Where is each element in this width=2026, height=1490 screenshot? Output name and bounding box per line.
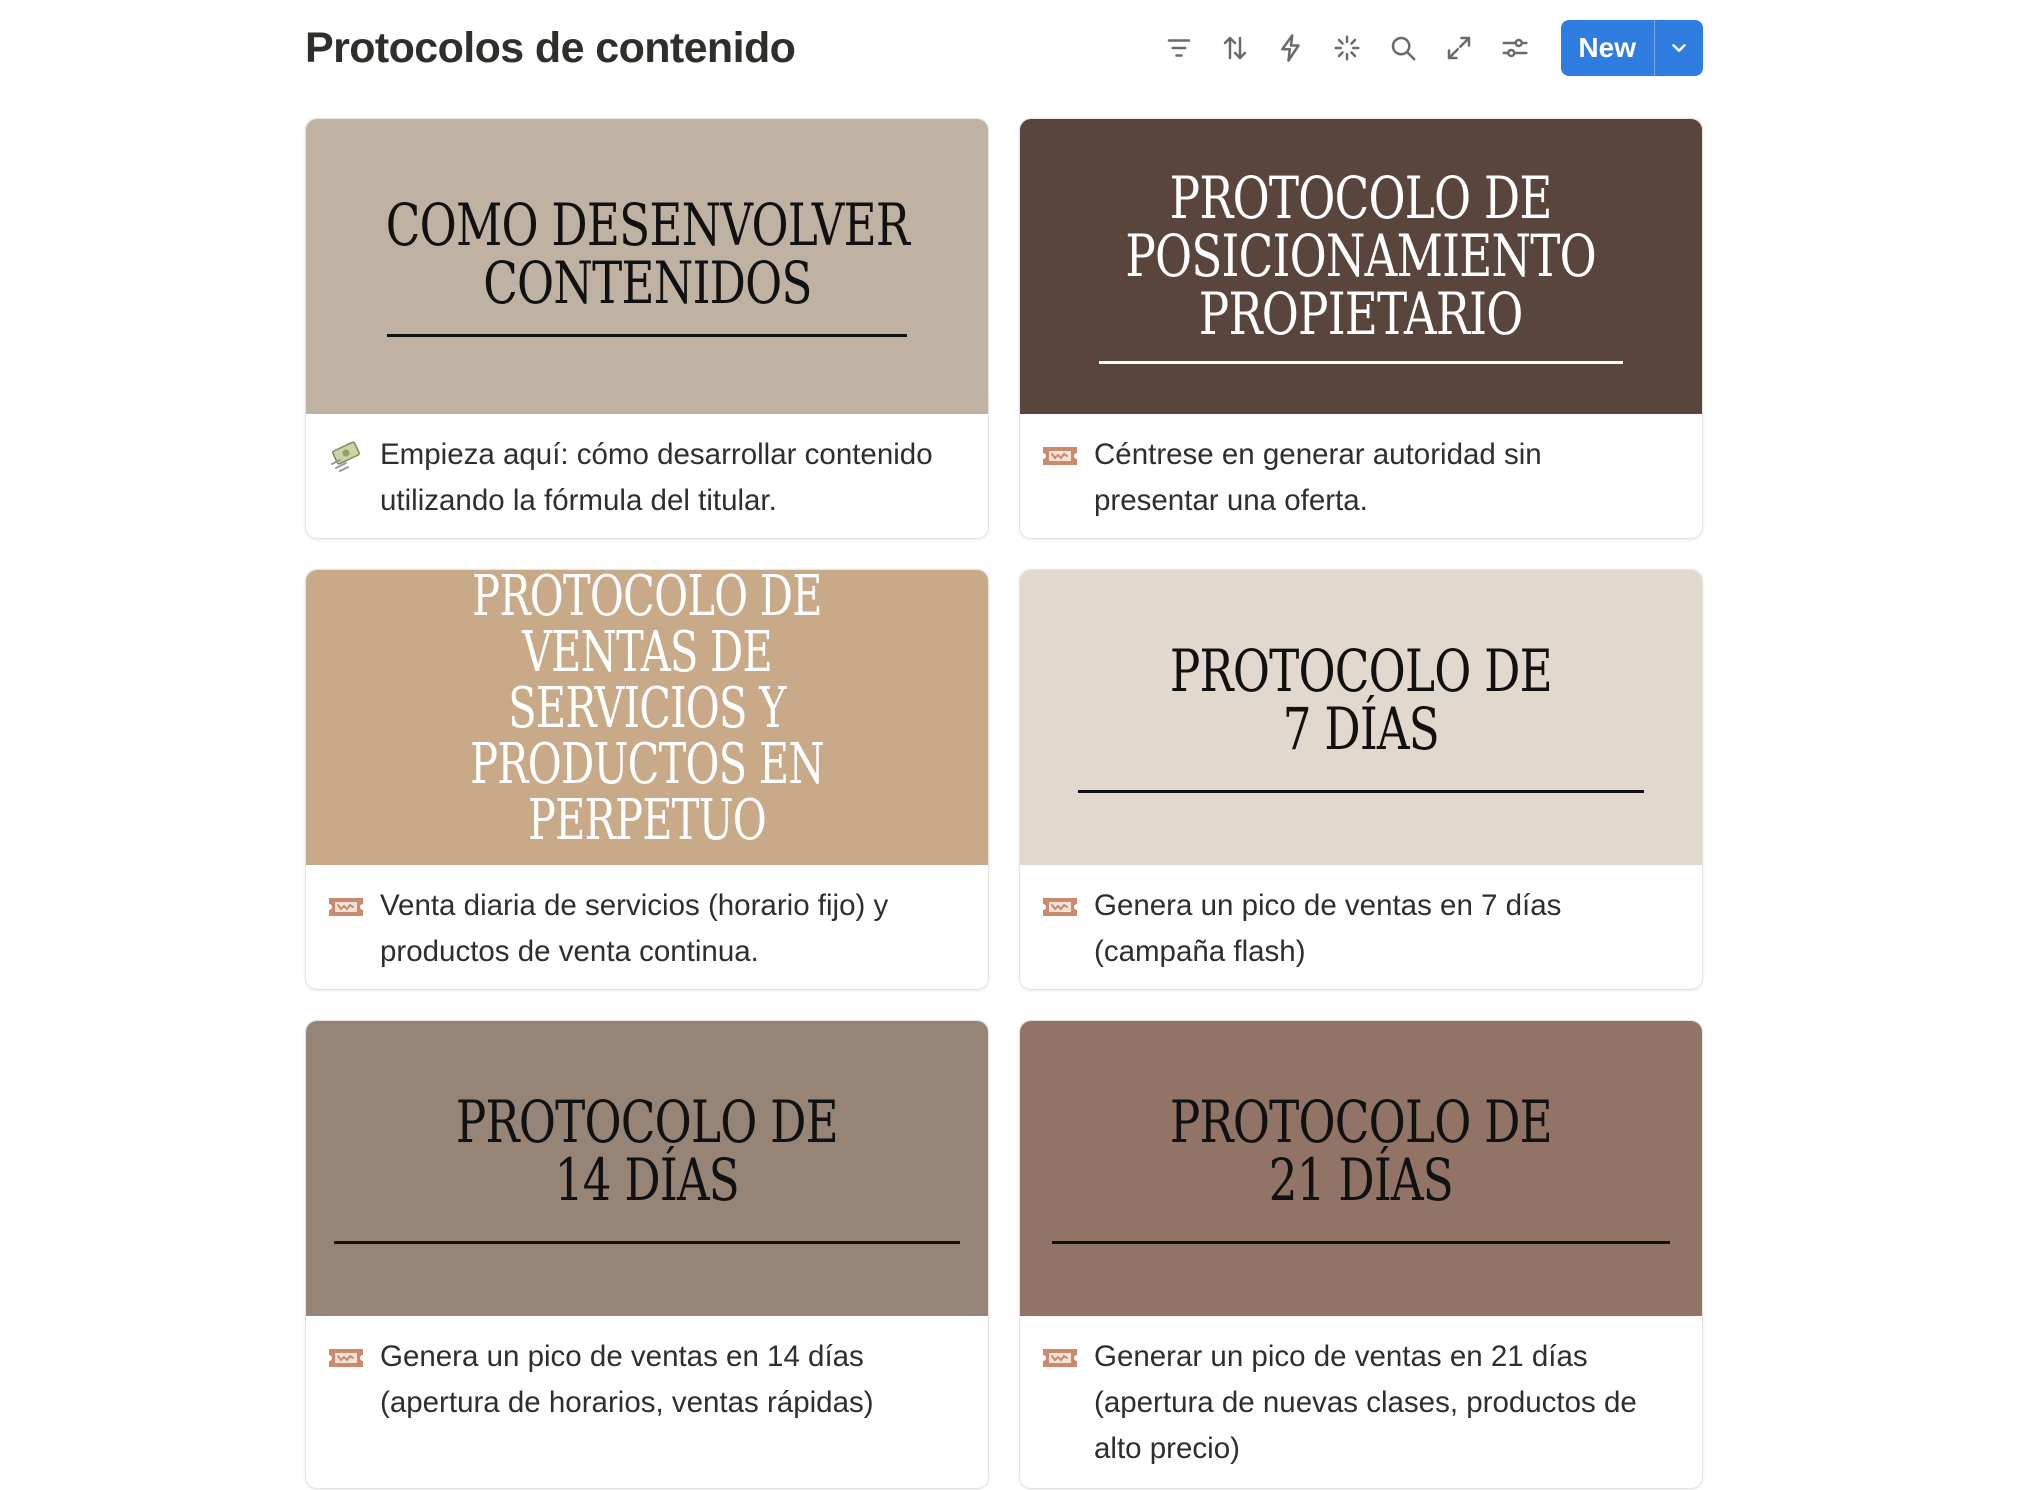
card-caption-text: Venta diaria de servicios (horario fijo)… <box>380 889 889 968</box>
new-button[interactable]: New <box>1561 20 1654 76</box>
cover-divider <box>387 334 907 337</box>
ticket-icon <box>329 1349 363 1367</box>
ticket-icon <box>1043 1349 1077 1367</box>
gallery-card[interactable]: COMO DESENVOLVER CONTENIDOS Empieza aquí… <box>305 118 989 539</box>
gallery-card[interactable]: PROTOCOLO DE 7 DÍAS Genera un pico de ve… <box>1019 569 1703 990</box>
cover-divider <box>1052 1241 1670 1244</box>
view-settings-button[interactable] <box>1487 20 1543 76</box>
lightning-icon <box>1281 34 1301 62</box>
ai-sparkle-icon <box>1334 35 1360 61</box>
cover-divider <box>334 1241 960 1244</box>
card-caption-text: Céntrese en generar autoridad sin presen… <box>1094 438 1542 517</box>
expand-button[interactable] <box>1431 20 1487 76</box>
card-cover: COMO DESENVOLVER CONTENIDOS <box>306 119 988 414</box>
gallery-card[interactable]: PROTOCOLO DE 14 DÍAS Genera un pico de v… <box>305 1020 989 1489</box>
card-cover: PROTOCOLO DE 7 DÍAS <box>1020 570 1702 865</box>
card-cover: PROTOCOLO DE POSICIONAMIENTO PROPIETARIO <box>1020 119 1702 414</box>
ticket-icon <box>329 898 363 916</box>
card-caption: Generar un pico de ventas en 21 días (ap… <box>1020 1316 1702 1472</box>
header: Protocolos de contenido New <box>305 16 1703 80</box>
gallery-card[interactable]: PROTOCOLO DE 21 DÍAS Generar un pico de … <box>1019 1020 1703 1489</box>
new-dropdown-button[interactable] <box>1654 20 1703 76</box>
expand-icon <box>1448 36 1471 60</box>
toolbar: New <box>1151 20 1703 76</box>
cover-title: PROTOCOLO DE VENTAS DE SERVICIOS Y PRODU… <box>470 570 824 853</box>
card-cover: PROTOCOLO DE VENTAS DE SERVICIOS Y PRODU… <box>306 570 988 865</box>
gallery-grid: COMO DESENVOLVER CONTENIDOS Empieza aquí… <box>305 118 1703 1489</box>
money-with-wings-icon <box>331 441 360 472</box>
card-caption-text: Genera un pico de ventas en 7 días (camp… <box>1094 889 1562 968</box>
ai-button[interactable] <box>1319 20 1375 76</box>
automation-button[interactable] <box>1263 20 1319 76</box>
sort-icon <box>1224 36 1247 60</box>
page: Protocolos de contenido New COMO DESENVO… <box>0 0 2026 1490</box>
card-caption-text: Empieza aquí: cómo desarrollar contenido… <box>380 438 933 517</box>
chevron-down-icon <box>1672 44 1686 52</box>
card-caption: Genera un pico de ventas en 14 días (ape… <box>306 1316 988 1426</box>
ticket-icon <box>1043 898 1077 916</box>
card-caption-text: Genera un pico de ventas en 14 días (ape… <box>380 1340 874 1419</box>
page-title: Protocolos de contenido <box>305 23 796 72</box>
card-caption: Empieza aquí: cómo desarrollar contenido… <box>306 414 988 524</box>
card-caption: Céntrese en generar autoridad sin presen… <box>1020 414 1702 524</box>
cover-title: PROTOCOLO DE 14 DÍAS <box>455 1088 839 1214</box>
gallery-card[interactable]: PROTOCOLO DE POSICIONAMIENTO PROPIETARIO… <box>1019 118 1703 539</box>
filter-icon <box>1168 39 1191 57</box>
card-caption: Genera un pico de ventas en 7 días (camp… <box>1020 865 1702 975</box>
cover-divider <box>1099 361 1623 364</box>
cover-title: PROTOCOLO DE 21 DÍAS <box>1169 1088 1553 1214</box>
card-caption: Venta diaria de servicios (horario fijo)… <box>306 865 988 975</box>
card-caption-text: Generar un pico de ventas en 21 días (ap… <box>1094 1340 1637 1465</box>
cover-title: PROTOCOLO DE 7 DÍAS <box>1169 637 1553 763</box>
search-button[interactable] <box>1375 20 1431 76</box>
cover-title: PROTOCOLO DE POSICIONAMIENTO PROPIETARIO <box>1125 164 1597 348</box>
new-button-group: New <box>1561 20 1703 76</box>
card-cover: PROTOCOLO DE 14 DÍAS <box>306 1021 988 1316</box>
cover-title: COMO DESENVOLVER CONTENIDOS <box>385 191 909 317</box>
card-cover: PROTOCOLO DE 21 DÍAS <box>1020 1021 1702 1316</box>
settings-sliders-icon <box>1502 38 1528 58</box>
gallery-card[interactable]: PROTOCOLO DE VENTAS DE SERVICIOS Y PRODU… <box>305 569 989 990</box>
ticket-icon <box>1043 447 1077 465</box>
filter-button[interactable] <box>1151 20 1207 76</box>
sort-button[interactable] <box>1207 20 1263 76</box>
cover-divider <box>1078 790 1644 793</box>
search-icon <box>1392 36 1416 61</box>
